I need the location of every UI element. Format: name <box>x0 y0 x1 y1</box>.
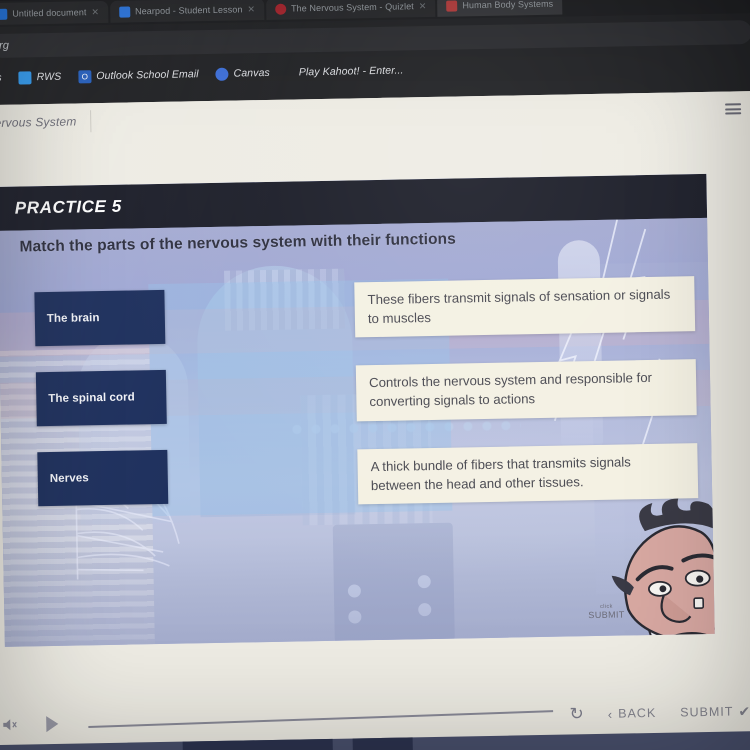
slide-header-title: PRACTICE 5 <box>14 196 123 218</box>
tab-divider <box>90 110 92 133</box>
browser-tab[interactable]: The Nervous System - Quizlet ✕ <box>265 0 436 20</box>
browser-tab[interactable]: Untitled document ✕ <box>0 0 109 26</box>
match-left-column: The brain The spinal cord Nerves <box>34 289 169 532</box>
close-icon[interactable]: ✕ <box>91 7 99 18</box>
refresh-icon[interactable]: ↻ <box>569 704 584 724</box>
cartoon-professor-character <box>611 498 715 647</box>
bookmark-label: Canvas <box>233 66 270 80</box>
tab-title: Human Body Systems <box>462 0 554 11</box>
tab-favicon-icon <box>118 5 131 18</box>
lesson-tab-title[interactable]: e Nervous System <box>0 114 77 130</box>
bookmark-label: Play Kahoot! - Enter... <box>298 64 404 79</box>
outlook-icon: O <box>78 69 92 83</box>
match-definition-text: These fibers transmit signals of sensati… <box>367 286 671 326</box>
bookmark-label: RWS <box>36 70 62 84</box>
bookmark-label: pps <box>0 72 2 84</box>
match-definition-text: A thick bundle of fibers that transmits … <box>370 454 631 493</box>
tab-title: Untitled document <box>12 7 87 19</box>
player-right-controls: ↻ ‹ BACK SUBMIT ✔ <box>569 701 750 724</box>
match-definition-tile[interactable]: These fibers transmit signals of sensati… <box>354 276 696 338</box>
play-icon[interactable] <box>46 715 59 733</box>
address-bar-value: ents.org <box>0 39 10 53</box>
browser-tab[interactable]: Nearpod - Student Lesson ✕ <box>109 0 265 23</box>
submit-button-label: SUBMIT <box>680 704 734 720</box>
bookmark-outlook[interactable]: O Outlook School Email <box>78 68 199 83</box>
chevron-left-icon: ‹ <box>607 706 613 722</box>
player-left-controls <box>2 715 59 733</box>
tab-favicon-icon <box>274 3 287 15</box>
browser-tab-active[interactable]: Human Body Systems <box>437 0 563 17</box>
hamburger-menu-icon[interactable] <box>725 103 742 115</box>
match-item-label: The brain <box>46 312 100 326</box>
photo-of-screen: Untitled document ✕ Nearpod - Student Le… <box>0 0 750 750</box>
tab-favicon-icon <box>0 8 8 20</box>
bookmark-label: Outlook School Email <box>96 68 199 83</box>
match-item-label: Nerves <box>49 472 89 486</box>
bookmark-icon <box>18 70 32 85</box>
browser-chrome: Untitled document ✕ Nearpod - Student Le… <box>0 0 750 106</box>
submit-button[interactable]: SUBMIT ✔ <box>680 703 750 721</box>
back-button-label: BACK <box>618 705 657 721</box>
tab-favicon-icon <box>446 0 458 12</box>
bookmark-rws[interactable]: RWS <box>18 70 62 85</box>
close-icon[interactable]: ✕ <box>247 4 255 15</box>
match-definition-tile[interactable]: Controls the nervous system and responsi… <box>355 359 697 422</box>
tab-title: The Nervous System - Quizlet <box>290 1 414 14</box>
match-item-brain[interactable]: The brain <box>34 289 166 347</box>
screen-content: Untitled document ✕ Nearpod - Student Le… <box>0 0 750 750</box>
bookmark-canvas[interactable]: Canvas <box>215 66 270 81</box>
tab-title: Nearpod - Student Lesson <box>134 4 243 17</box>
canvas-icon <box>215 67 229 81</box>
back-button[interactable]: ‹ BACK <box>608 705 657 721</box>
check-icon: ✔ <box>738 702 750 719</box>
close-icon[interactable]: ✕ <box>419 1 427 12</box>
activity-slide: PRACTICE 5 Match the parts of the nervou… <box>0 173 715 647</box>
web-page-area: e Nervous System PRACTICE 5 <box>0 90 750 750</box>
bookmark-kahoot[interactable]: Play Kahoot! - Enter... <box>299 64 404 78</box>
match-item-label: The spinal cord <box>48 391 135 406</box>
bookmark-apps[interactable]: pps <box>0 71 2 85</box>
match-item-spinal-cord[interactable]: The spinal cord <box>35 369 167 427</box>
match-definition-text: Controls the nervous system and responsi… <box>368 370 653 410</box>
speaker-mute-icon[interactable] <box>2 718 18 732</box>
match-item-nerves[interactable]: Nerves <box>37 449 169 507</box>
progress-scrubber[interactable] <box>88 710 554 729</box>
